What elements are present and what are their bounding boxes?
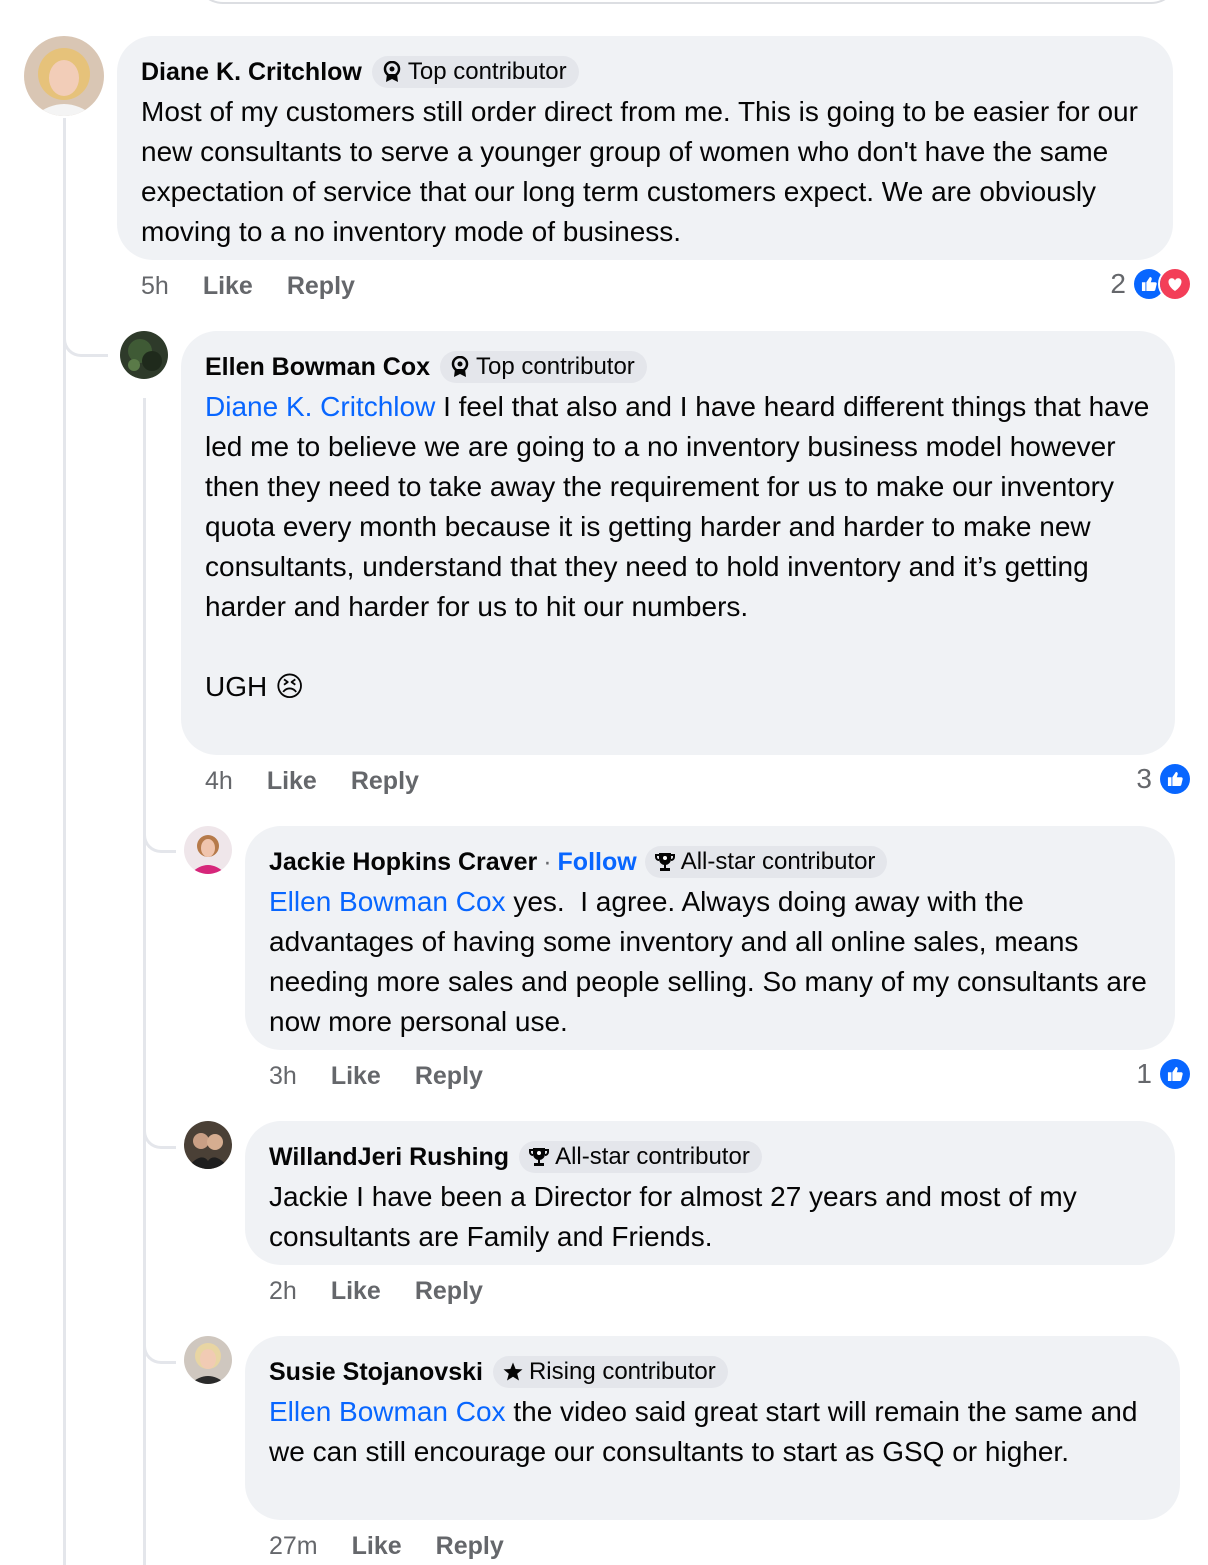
- trophy-icon: [654, 853, 675, 871]
- separator-dot: ·: [543, 847, 552, 876]
- mention-link[interactable]: Ellen Bowman Cox: [269, 886, 506, 917]
- comment-actions: 27m Like Reply: [269, 1529, 538, 1563]
- follow-button[interactable]: Follow: [558, 848, 637, 877]
- comment-text: Diane K. Critchlow I feel that also and …: [205, 391, 1150, 702]
- like-reaction-icon: [1158, 762, 1192, 796]
- like-reaction-icon: [1158, 1057, 1192, 1091]
- comment-actions: 3h Like Reply: [269, 1059, 517, 1093]
- love-reaction-icon: [1158, 267, 1192, 301]
- comment-actions: 4h Like Reply: [205, 764, 453, 798]
- author-name[interactable]: WillandJeri Rushing: [269, 1143, 509, 1172]
- mention-link[interactable]: Ellen Bowman Cox: [269, 1396, 506, 1427]
- award-icon: [451, 356, 469, 377]
- comment-bubble: Susie Stojanovski Rising contributor Ell…: [245, 1336, 1180, 1520]
- trophy-icon: [529, 1148, 550, 1166]
- contributor-badge[interactable]: All-star contributor: [644, 846, 888, 878]
- comment-text: Ellen Bowman Cox the video said great st…: [269, 1396, 1146, 1467]
- reply-button[interactable]: Reply: [351, 767, 419, 796]
- contributor-badge[interactable]: Rising contributor: [492, 1356, 728, 1388]
- reaction-count: 2: [1110, 268, 1126, 299]
- timestamp[interactable]: 2h: [269, 1277, 297, 1306]
- timestamp[interactable]: 3h: [269, 1062, 297, 1091]
- avatar[interactable]: [184, 1336, 232, 1384]
- like-button[interactable]: Like: [352, 1532, 402, 1561]
- author-name[interactable]: Ellen Bowman Cox: [205, 353, 430, 382]
- avatar[interactable]: [184, 1121, 232, 1169]
- previous-comment-edge: [195, 0, 1179, 4]
- award-icon: [383, 61, 401, 82]
- reaction-count: 3: [1136, 763, 1152, 794]
- contributor-badge[interactable]: Top contributor: [371, 56, 579, 88]
- comment-bubble: Diane K. Critchlow Top contributor Most …: [117, 36, 1173, 260]
- comment-text: Most of my customers still order direct …: [141, 96, 1146, 247]
- contributor-badge[interactable]: Top contributor: [440, 351, 647, 383]
- timestamp[interactable]: 27m: [269, 1532, 318, 1561]
- comment-bubble: WillandJeri Rushing All-star contributor…: [245, 1121, 1175, 1265]
- avatar[interactable]: [120, 331, 168, 379]
- reply-button[interactable]: Reply: [436, 1532, 504, 1561]
- reactions-summary[interactable]: 3: [1136, 762, 1192, 796]
- author-name[interactable]: Diane K. Critchlow: [141, 58, 362, 87]
- thread-connector: [143, 1096, 176, 1149]
- comment-text: Ellen Bowman Cox yes. I agree. Always do…: [269, 886, 1155, 1037]
- reply-button[interactable]: Reply: [415, 1062, 483, 1091]
- timestamp[interactable]: 5h: [141, 272, 169, 301]
- thread-connector: [63, 290, 108, 357]
- reply-button[interactable]: Reply: [287, 272, 355, 301]
- reply-button[interactable]: Reply: [415, 1277, 483, 1306]
- comment-text: Jackie I have been a Director for almost…: [269, 1181, 1085, 1252]
- mention-link[interactable]: Diane K. Critchlow: [205, 391, 435, 422]
- star-icon: [503, 1362, 523, 1381]
- like-button[interactable]: Like: [331, 1277, 381, 1306]
- thread-connector: [143, 1311, 176, 1364]
- thread-connector: [143, 800, 176, 853]
- reaction-count: 1: [1136, 1058, 1152, 1089]
- comment-actions: 5h Like Reply: [141, 269, 389, 303]
- reactions-summary[interactable]: 2: [1110, 267, 1192, 301]
- comment-actions: 2h Like Reply: [269, 1274, 517, 1308]
- comment-bubble: Ellen Bowman Cox Top contributor Diane K…: [181, 331, 1175, 755]
- author-name[interactable]: Jackie Hopkins Craver: [269, 848, 537, 877]
- reactions-summary[interactable]: 1: [1136, 1057, 1192, 1091]
- avatar[interactable]: [24, 36, 104, 116]
- comment-bubble: Jackie Hopkins Craver · Follow All-star …: [245, 826, 1175, 1050]
- thread-line-replies: [143, 398, 146, 1565]
- author-name[interactable]: Susie Stojanovski: [269, 1358, 483, 1387]
- like-button[interactable]: Like: [267, 767, 317, 796]
- timestamp[interactable]: 4h: [205, 767, 233, 796]
- like-button[interactable]: Like: [331, 1062, 381, 1091]
- avatar[interactable]: [184, 826, 232, 874]
- persevering-face-emoji: 😣: [275, 671, 305, 702]
- contributor-badge[interactable]: All-star contributor: [519, 1141, 762, 1173]
- like-button[interactable]: Like: [203, 272, 253, 301]
